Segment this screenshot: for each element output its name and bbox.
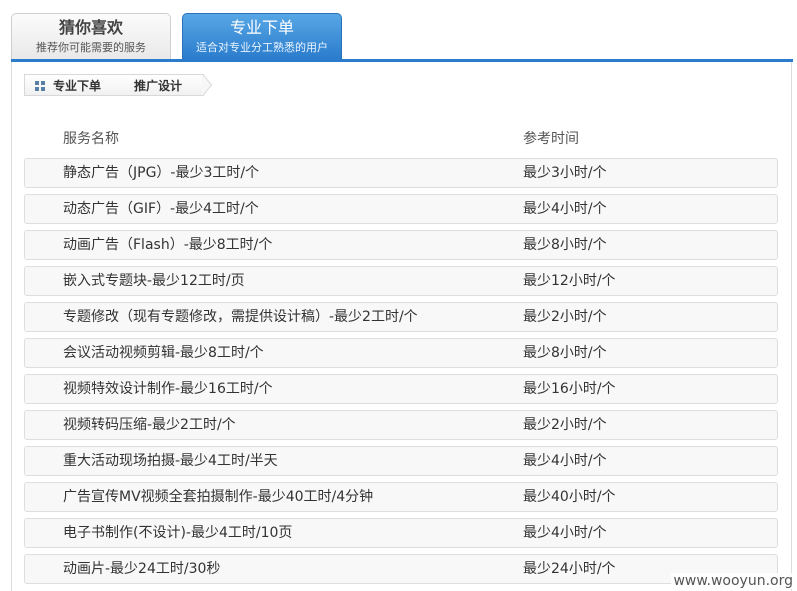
breadcrumb-item-professional-order[interactable]: 专业下单: [24, 74, 124, 96]
column-header-service-name: 服务名称: [63, 131, 119, 147]
tab-professional-order[interactable]: 专业下单 适合对专业分工熟悉的用户: [182, 13, 342, 59]
tab-recommended-title: 猜你喜欢: [58, 18, 123, 37]
service-row[interactable]: 动画广告（Flash）-最少8工时/个 最少8小时/个: [24, 230, 778, 260]
service-name: 动画片-最少24工时/30秒: [63, 561, 221, 577]
service-time: 最少12小时/个: [523, 273, 616, 289]
watermark: www.wooyun.org: [671, 573, 795, 589]
tab-professional-order-subtitle: 适合对专业分工熟悉的用户: [196, 41, 328, 54]
breadcrumb-item-promo-design[interactable]: 推广设计: [116, 74, 204, 96]
service-row[interactable]: 静态广告（JPG）-最少3工时/个 最少3小时/个: [24, 158, 778, 188]
service-time: 最少2小时/个: [523, 417, 607, 433]
service-name: 视频特效设计制作-最少16工时/个: [63, 381, 273, 397]
service-row[interactable]: 动画片-最少24工时/30秒 最少24小时/个: [24, 554, 778, 584]
service-name: 电子书制作(不设计)-最少4工时/10页: [63, 525, 293, 541]
service-time: 最少4小时/个: [523, 201, 607, 217]
service-name: 专题修改（现有专题修改，需提供设计稿）-最少2工时/个: [63, 309, 418, 325]
grid-icon: [35, 81, 45, 91]
service-time: 最少40小时/个: [523, 489, 616, 505]
service-row[interactable]: 专题修改（现有专题修改，需提供设计稿）-最少2工时/个 最少2小时/个: [24, 302, 778, 332]
service-time: 最少2小时/个: [523, 309, 607, 325]
service-row[interactable]: 视频转码压缩-最少2工时/个 最少2小时/个: [24, 410, 778, 440]
service-row[interactable]: 动态广告（GIF）-最少4工时/个 最少4小时/个: [24, 194, 778, 224]
breadcrumb-end-arrow-inner: [202, 74, 211, 96]
service-name: 动态广告（GIF）-最少4工时/个: [63, 201, 259, 217]
service-row[interactable]: 会议活动视频剪辑-最少8工时/个 最少8小时/个: [24, 338, 778, 368]
service-time: 最少4小时/个: [523, 525, 607, 541]
breadcrumb-label-2: 推广设计: [134, 79, 183, 93]
service-name: 广告宣传MV视频全套拍摄制作-最少40工时/4分钟: [63, 489, 374, 505]
service-row[interactable]: 视频特效设计制作-最少16工时/个 最少16小时/个: [24, 374, 778, 404]
service-name: 视频转码压缩-最少2工时/个: [63, 417, 236, 433]
service-row[interactable]: 广告宣传MV视频全套拍摄制作-最少40工时/4分钟 最少40小时/个: [24, 482, 778, 512]
breadcrumb-label-1: 专业下单: [53, 79, 102, 93]
service-time: 最少16小时/个: [523, 381, 616, 397]
service-time: 最少24小时/个: [523, 561, 616, 577]
service-row[interactable]: 电子书制作(不设计)-最少4工时/10页 最少4小时/个: [24, 518, 778, 548]
tab-bar: 猜你喜欢 推荐你可能需要的服务 专业下单 适合对专业分工熟悉的用户: [0, 0, 797, 62]
service-list: 静态广告（JPG）-最少3工时/个 最少3小时/个 动态广告（GIF）-最少4工时…: [24, 158, 778, 590]
service-time: 最少4小时/个: [523, 453, 607, 469]
tab-professional-order-title: 专业下单: [229, 18, 294, 37]
tab-recommended-subtitle: 推荐你可能需要的服务: [36, 41, 146, 54]
service-name: 会议活动视频剪辑-最少8工时/个: [63, 345, 264, 361]
service-time: 最少8小时/个: [523, 345, 607, 361]
service-name: 重大活动现场拍摄-最少4工时/半天: [63, 453, 278, 469]
service-name: 静态广告（JPG）-最少3工时/个: [63, 165, 260, 181]
service-time: 最少3小时/个: [523, 165, 607, 181]
service-row[interactable]: 嵌入式专题块-最少12工时/页 最少12小时/个: [24, 266, 778, 296]
tab-recommended[interactable]: 猜你喜欢 推荐你可能需要的服务: [11, 13, 171, 59]
column-header-reference-time: 参考时间: [523, 131, 579, 147]
service-time: 最少8小时/个: [523, 237, 607, 253]
service-name: 动画广告（Flash）-最少8工时/个: [63, 237, 273, 253]
service-row[interactable]: 重大活动现场拍摄-最少4工时/半天 最少4小时/个: [24, 446, 778, 476]
service-name: 嵌入式专题块-最少12工时/页: [63, 273, 245, 289]
